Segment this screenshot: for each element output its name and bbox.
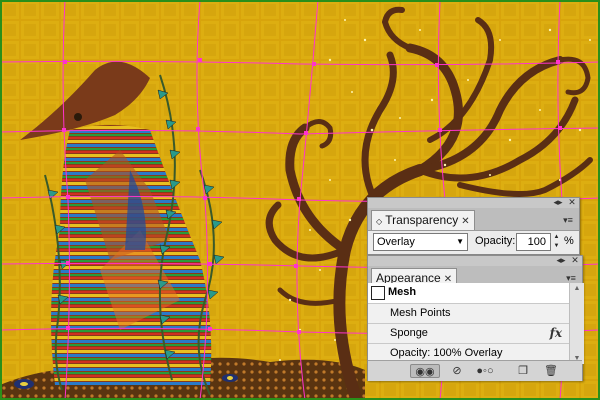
ground-flower — [227, 376, 233, 380]
close-panel-icon[interactable]: ✕ — [570, 255, 580, 265]
attribute-label: Mesh Points — [390, 307, 451, 319]
object-type-label: Mesh — [388, 286, 417, 298]
effect-label: Sponge — [390, 327, 428, 339]
appearance-toolbar: ◉◉ ⊘ ●◦○ ❐ 🗑 — [368, 360, 582, 381]
close-panel-icon[interactable]: ✕ — [567, 197, 577, 207]
transparency-tab-row: ◇ Transparency ✕ ▾≡ — [368, 208, 579, 231]
tab-transparency[interactable]: ◇ Transparency ✕ — [371, 210, 475, 230]
opacity-input[interactable]: 100 — [516, 233, 551, 251]
dropdown-arrow-icon: ▼ — [456, 237, 464, 246]
scroll-up-icon[interactable]: ▲ — [570, 285, 584, 292]
fx-icon[interactable]: fx — [550, 324, 562, 343]
tab-close-icon[interactable]: ✕ — [461, 216, 469, 227]
appearance-scrollbar[interactable]: ▲ ▼ — [569, 283, 584, 364]
appearance-attribute-row[interactable]: Mesh Points — [368, 304, 570, 324]
tab-transparency-label: Transparency — [385, 213, 459, 227]
ground-flower — [20, 382, 28, 386]
diamond-icon: ◇ — [376, 217, 383, 226]
appearance-effect-row[interactable]: Sponge fx — [368, 324, 570, 344]
transparency-panel: ◂▸ ✕ ◇ Transparency ✕ ▾≡ Overlay ▼ Opacit… — [367, 197, 580, 255]
opacity-unit: % — [564, 235, 574, 247]
clear-appearance-icon[interactable]: ⊘ — [450, 364, 464, 378]
appearance-panel: ◂▸ ✕ Appearance ✕ ▾≡ Mesh Mesh Points Spo… — [367, 255, 584, 381]
collapse-panel-icon[interactable]: ◂▸ — [551, 197, 565, 207]
opacity-value: 100 — [527, 236, 546, 248]
blend-mode-select[interactable]: Overlay ▼ — [373, 233, 468, 251]
blend-mode-value: Overlay — [377, 236, 415, 248]
increase-arrow-icon[interactable]: ▲ — [552, 233, 561, 242]
bird-eye — [74, 113, 82, 121]
decrease-arrow-icon[interactable]: ▼ — [552, 242, 561, 251]
new-art-maintains-appearance-icon[interactable]: ◉◉ — [410, 364, 440, 378]
reduce-to-basic-appearance-icon[interactable]: ●◦○ — [472, 364, 498, 378]
collapse-panel-icon[interactable]: ◂▸ — [554, 255, 568, 265]
transparency-panel-body: Overlay ▼ Opacity: 100 ▲ ▼ % — [368, 231, 579, 254]
opacity-label: Opacity: — [475, 235, 516, 247]
duplicate-item-icon[interactable]: ❐ — [516, 364, 530, 378]
opacity-stepper[interactable]: ▲ ▼ — [552, 233, 561, 251]
delete-item-icon[interactable]: 🗑 — [544, 364, 558, 378]
object-thumbnail — [371, 286, 385, 300]
appearance-object-row[interactable]: Mesh — [368, 283, 570, 304]
panel-menu-icon[interactable]: ▾≡ — [560, 214, 576, 226]
